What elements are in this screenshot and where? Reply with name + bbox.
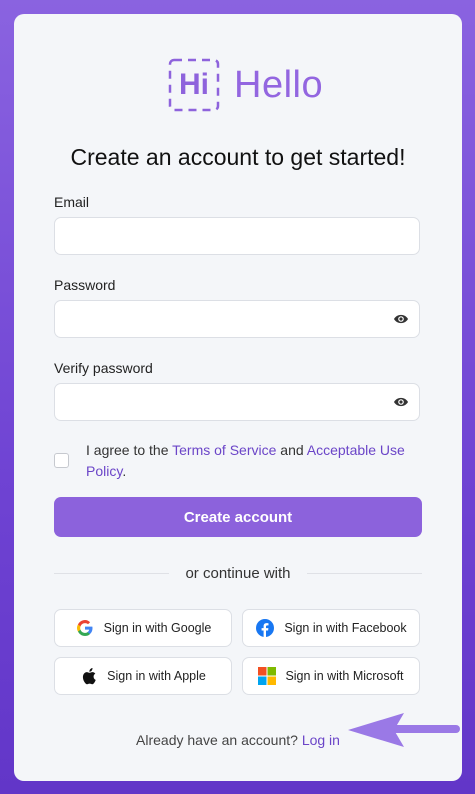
password-field[interactable] [54,300,420,338]
google-signin-button[interactable]: Sign in with Google [54,609,232,647]
facebook-signin-button[interactable]: Sign in with Facebook [242,609,420,647]
agree-middle: and [276,442,307,458]
email-label: Email [54,194,90,210]
eye-icon[interactable] [393,312,409,331]
eye-icon[interactable] [393,395,409,414]
create-account-button[interactable]: Create account [54,497,422,537]
email-field[interactable] [54,217,420,255]
password-label: Password [54,277,116,293]
login-prompt-text: Already have an account? [136,732,298,748]
apple-signin-label: Sign in with Apple [107,669,206,683]
microsoft-signin-label: Sign in with Microsoft [285,669,404,683]
apple-icon [80,666,98,686]
agree-prefix: I agree to the [86,442,173,458]
arrow-icon [338,711,462,756]
logo-name: Hello [234,63,324,106]
google-icon [75,618,95,638]
verify-password-label: Verify password [54,360,153,376]
signup-card: Hi Hello Create an account to get starte… [14,14,462,781]
facebook-icon [255,618,275,638]
terms-agreement: I agree to the Terms of Service and Acce… [86,440,426,482]
microsoft-signin-button[interactable]: Sign in with Microsoft [242,657,420,695]
agree-suffix: . [122,463,127,479]
terms-checkbox[interactable] [54,453,69,468]
terms-of-service-link[interactable]: Terms of Service [172,442,276,458]
google-signin-label: Sign in with Google [103,621,212,635]
logo-mark: Hi [168,58,220,112]
facebook-signin-label: Sign in with Facebook [284,621,407,635]
logo: Hi Hello [168,58,323,112]
logo-mark-text: Hi [179,68,209,101]
login-link[interactable]: Log in [302,732,340,748]
apple-signin-button[interactable]: Sign in with Apple [54,657,232,695]
page-title: Create an account to get started! [70,144,406,170]
verify-password-field[interactable] [54,383,420,421]
microsoft-icon [258,667,277,685]
divider-text: or continue with [185,565,291,582]
